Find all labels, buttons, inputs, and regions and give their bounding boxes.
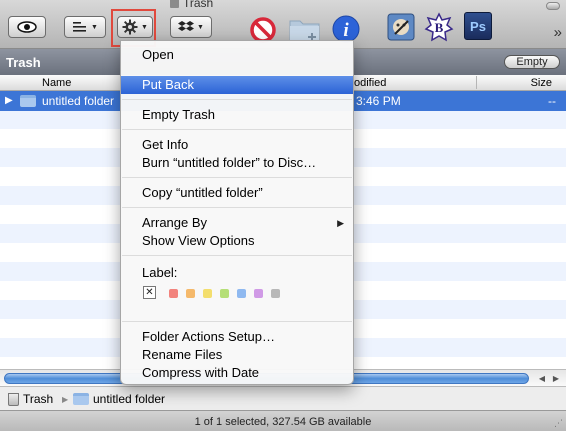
column-date-modified[interactable]: odified bbox=[354, 77, 386, 89]
menu-separator bbox=[122, 255, 352, 256]
menu-item-copy[interactable]: Copy “untitled folder” bbox=[121, 184, 353, 202]
resize-grip-icon[interactable]: ⋰ bbox=[554, 418, 563, 429]
label-green-swatch[interactable] bbox=[220, 289, 229, 298]
menu-item-put-back[interactable]: Put Back bbox=[121, 76, 353, 94]
menu-item-empty-trash[interactable]: Empty Trash bbox=[121, 106, 353, 124]
row-name: untitled folder bbox=[42, 94, 115, 108]
menu-item-show-view-options[interactable]: Show View Options bbox=[121, 232, 353, 250]
toolbar-toggle-button[interactable] bbox=[546, 2, 560, 10]
menu-separator bbox=[122, 207, 352, 208]
label-red-swatch[interactable] bbox=[169, 289, 178, 298]
svg-text:i: i bbox=[343, 20, 349, 41]
label-yellow-swatch[interactable] bbox=[203, 289, 212, 298]
menu-item-rename-files[interactable]: Rename Files bbox=[121, 346, 353, 364]
chevron-down-icon: ▼ bbox=[197, 23, 204, 31]
crumb-trash[interactable]: Trash bbox=[8, 392, 53, 406]
eye-icon bbox=[17, 21, 37, 33]
trash-title-icon bbox=[170, 0, 179, 8]
chevron-down-icon: ▼ bbox=[91, 23, 98, 31]
menu-separator bbox=[122, 129, 352, 130]
chevron-down-icon: ▼ bbox=[141, 23, 148, 31]
label-none-button[interactable]: ✕ bbox=[143, 286, 156, 299]
action-menu: Open Put Back Empty Trash Get Info Burn … bbox=[120, 40, 354, 385]
menu-item-folder-actions-setup[interactable]: Folder Actions Setup… bbox=[121, 328, 353, 346]
folder-title: Trash bbox=[6, 55, 41, 70]
dropbox-button[interactable]: ▼ bbox=[170, 16, 212, 38]
label-gray-swatch[interactable] bbox=[271, 289, 280, 298]
label-blue-swatch[interactable] bbox=[237, 289, 246, 298]
bbedit-launcher[interactable]: B bbox=[424, 12, 454, 42]
scroll-right-arrow-icon[interactable]: ▶ bbox=[549, 372, 563, 385]
row-date: 3:46 PM bbox=[356, 94, 401, 108]
toolbar-overflow-button[interactable]: » bbox=[554, 24, 562, 41]
menu-separator bbox=[122, 321, 352, 322]
view-options-icon bbox=[73, 22, 87, 32]
bbedit-icon: B bbox=[424, 12, 454, 42]
row-size: -- bbox=[548, 94, 556, 108]
scroll-left-arrow-icon[interactable]: ◀ bbox=[535, 372, 549, 385]
path-separator-icon: ▶ bbox=[62, 395, 69, 404]
disclosure-triangle-icon[interactable]: ▶ bbox=[5, 95, 13, 106]
status-text: 1 of 1 selected, 327.54 GB available bbox=[194, 416, 372, 428]
status-bar: 1 of 1 selected, 327.54 GB available ⋰ bbox=[0, 410, 566, 431]
menu-separator bbox=[122, 177, 352, 178]
trash-icon bbox=[8, 392, 19, 406]
menu-item-burn[interactable]: Burn “untitled folder” to Disc… bbox=[121, 154, 353, 172]
label-purple-swatch[interactable] bbox=[254, 289, 263, 298]
folder-icon bbox=[20, 95, 36, 107]
column-name[interactable]: Name bbox=[42, 77, 71, 89]
crumb-label: Trash bbox=[23, 392, 54, 406]
label-orange-swatch[interactable] bbox=[186, 289, 195, 298]
crumb-label: untitled folder bbox=[93, 392, 166, 406]
label-caption: Label: bbox=[142, 265, 178, 280]
app-icon bbox=[387, 13, 415, 41]
app-launcher[interactable] bbox=[386, 12, 416, 42]
menu-item-compress-with-date[interactable]: Compress with Date bbox=[121, 364, 353, 382]
menu-item-open[interactable]: Open bbox=[121, 46, 353, 64]
menu-separator bbox=[122, 99, 352, 100]
folder-icon bbox=[73, 393, 89, 405]
arrange-button[interactable]: ▼ bbox=[64, 16, 106, 38]
submenu-arrow-icon: ▶ bbox=[337, 218, 344, 228]
empty-trash-button[interactable]: Empty bbox=[504, 55, 560, 69]
svg-text:B: B bbox=[435, 20, 444, 35]
dropbox-icon bbox=[178, 21, 195, 31]
gear-icon bbox=[122, 19, 138, 35]
path-bar: Trash ▶ untitled folder bbox=[0, 386, 566, 410]
window-title: Trash bbox=[170, 0, 213, 10]
menu-item-arrange-by[interactable]: Arrange By ▶ bbox=[121, 214, 353, 232]
menu-item-label: Arrange By bbox=[142, 215, 208, 230]
menu-item-get-info[interactable]: Get Info bbox=[121, 136, 353, 154]
crumb-untitled-folder[interactable]: untitled folder bbox=[73, 392, 165, 406]
column-size[interactable]: Size bbox=[531, 77, 552, 89]
photoshop-launcher[interactable]: Ps bbox=[464, 12, 492, 40]
action-button[interactable]: ▼ bbox=[117, 16, 153, 38]
photoshop-icon: Ps bbox=[470, 18, 486, 34]
quick-look-button[interactable] bbox=[8, 16, 46, 38]
column-divider[interactable] bbox=[476, 76, 477, 89]
